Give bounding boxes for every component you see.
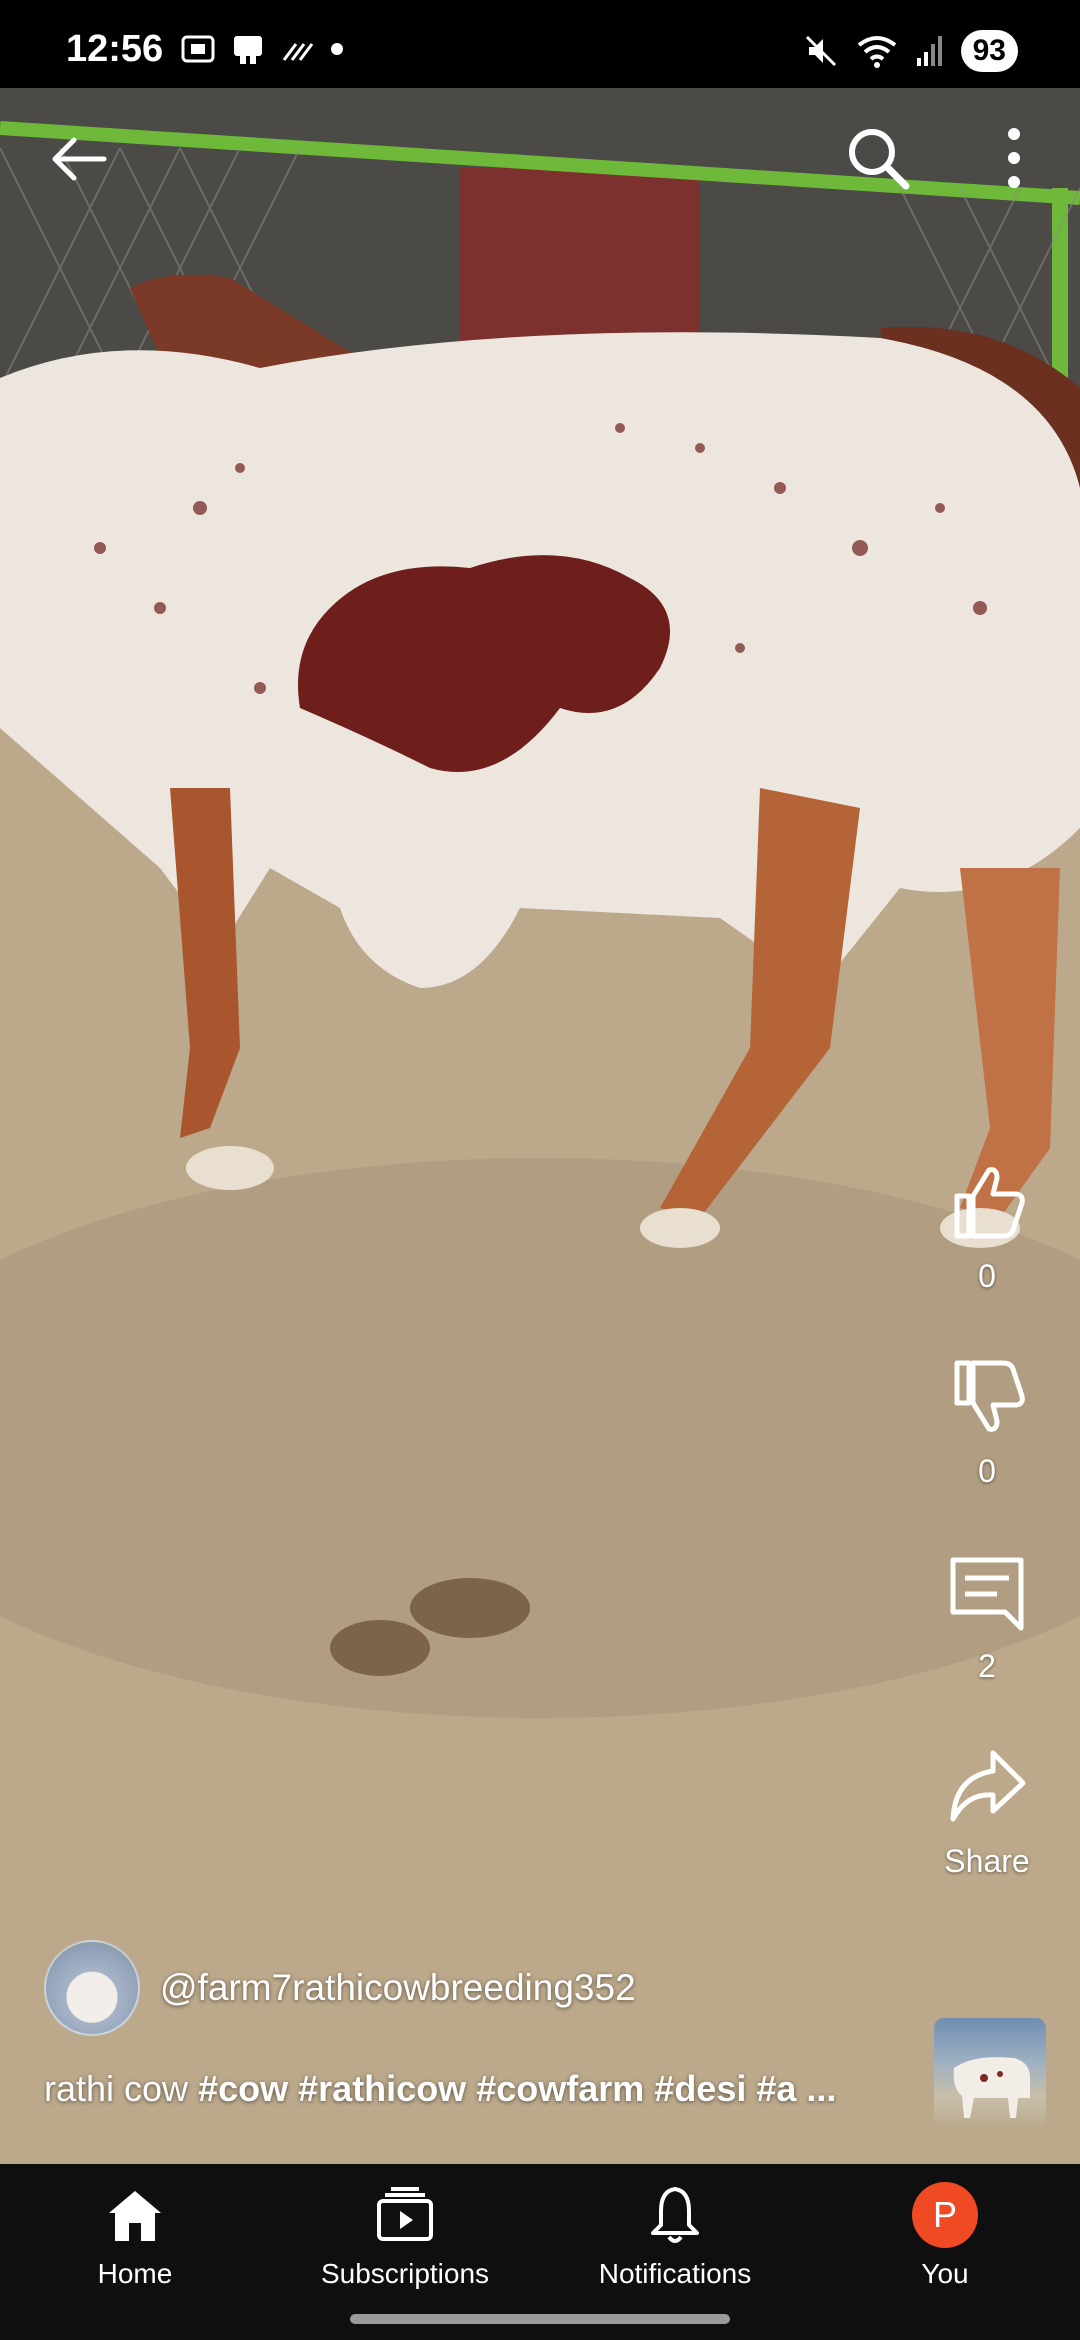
share-label: Share	[944, 1843, 1030, 1879]
search-icon	[849, 129, 910, 190]
hashtag[interactable]: #cowfarm	[476, 2068, 644, 2109]
hashtag[interactable]: #desi	[654, 2068, 746, 2109]
nav-you-label: You	[921, 2258, 969, 2289]
share-button[interactable]: Share	[922, 1745, 1052, 1880]
comment-icon	[950, 1557, 1024, 1631]
caption-text: rathi cow	[44, 2068, 189, 2109]
nav-home-label: Home	[97, 2258, 173, 2289]
thumbs-up-icon	[954, 1167, 1025, 1239]
dislike-count: 0	[978, 1453, 996, 1489]
share-icon	[950, 1750, 1026, 1822]
channel-handle[interactable]: @farm7rathicowbreeding352	[160, 1967, 636, 2009]
top-controls	[0, 88, 1080, 228]
mute-icon	[805, 35, 836, 67]
status-right-icons: 93	[803, 30, 1018, 72]
thumbs-down-icon	[954, 1360, 1025, 1432]
video-player[interactable]	[0, 88, 1080, 2164]
arrow-left-icon	[52, 137, 107, 181]
screenshot-icon	[181, 35, 215, 63]
nav-you[interactable]: P You	[810, 2164, 1080, 2340]
comments-button[interactable]: 2	[922, 1550, 1052, 1685]
like-button[interactable]: 0	[922, 1160, 1052, 1295]
channel-avatar[interactable]	[44, 1940, 140, 2036]
back-button[interactable]	[44, 124, 114, 194]
status-left-icons	[180, 32, 344, 66]
nav-home[interactable]: Home	[0, 2164, 270, 2340]
avatar: P	[912, 2182, 978, 2248]
sound-thumbnail[interactable]	[934, 2018, 1046, 2130]
nav-notifications-label: Notifications	[598, 2258, 752, 2289]
dislike-button[interactable]: 0	[922, 1355, 1052, 1490]
hashtag[interactable]: #rathicow	[298, 2068, 466, 2109]
status-bar: 12:56 93	[0, 0, 1080, 88]
home-icon	[109, 2191, 161, 2241]
device-icon	[234, 36, 262, 64]
hashtag[interactable]: #a ...	[756, 2068, 836, 2109]
battery-badge: 93	[960, 30, 1018, 72]
wifi-icon	[857, 36, 896, 68]
dot-icon	[331, 43, 343, 55]
video-caption[interactable]: rathi cow #cow #rathicow #cowfarm #desi …	[44, 2068, 884, 2110]
search-button[interactable]	[842, 122, 914, 194]
like-count: 0	[978, 1258, 996, 1294]
hashtag[interactable]: #cow	[198, 2068, 288, 2109]
subscriptions-icon	[377, 2187, 433, 2241]
bell-icon	[651, 2187, 699, 2243]
status-time: 12:56	[66, 28, 164, 70]
more-options-button[interactable]	[984, 122, 1044, 194]
action-column: 0 0 2 Share	[922, 1160, 1052, 1940]
more-vertical-icon	[1008, 128, 1020, 188]
comment-count: 2	[978, 1648, 996, 1684]
nav-subscriptions-label: Subscriptions	[320, 2258, 490, 2289]
video-frame	[0, 88, 1080, 2164]
channel-row: @farm7rathicowbreeding352	[44, 1940, 636, 2036]
thumbnail-image	[953, 2057, 1030, 2118]
cell-signal-icon	[916, 36, 942, 66]
home-indicator[interactable]	[350, 2314, 730, 2324]
signal-off-icon	[282, 43, 314, 61]
